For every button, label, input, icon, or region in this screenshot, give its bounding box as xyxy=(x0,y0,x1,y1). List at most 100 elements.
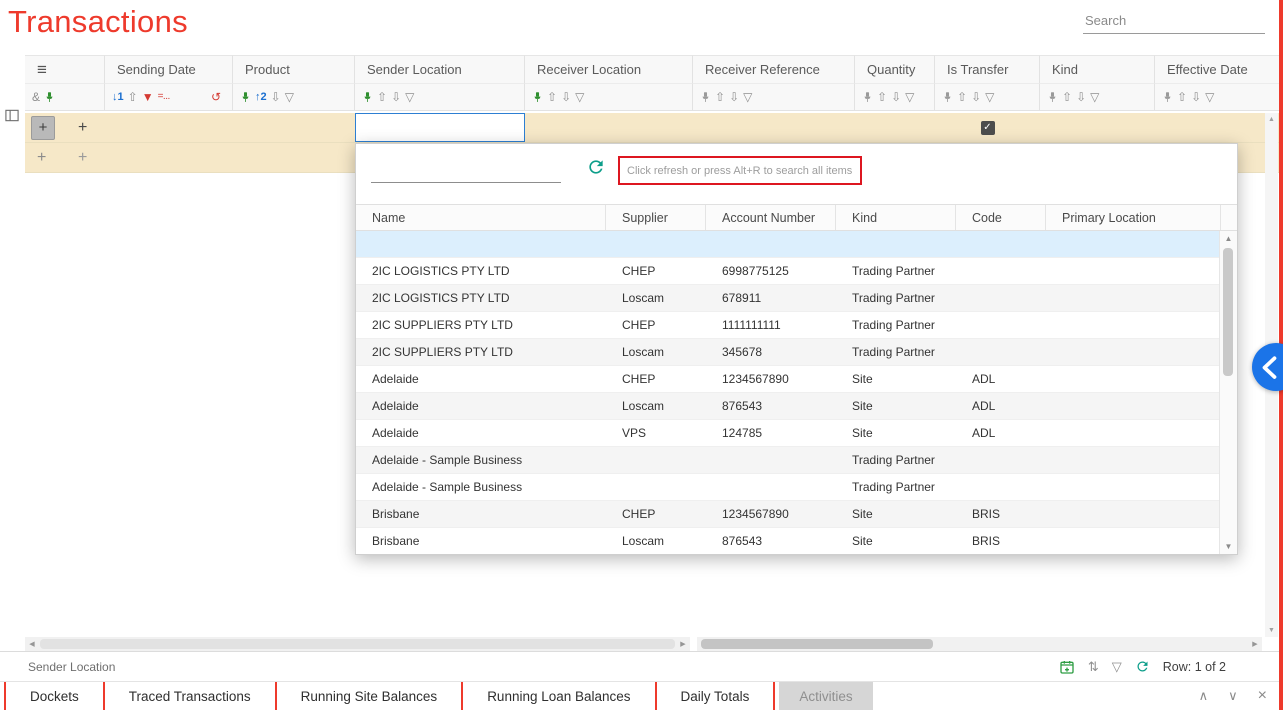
column-header-effective-date[interactable]: Effective Date xyxy=(1155,55,1283,83)
filter-cell-is-transfer[interactable]: ⇧⇩▽ xyxy=(935,83,1040,111)
tab-daily-totals[interactable]: Daily Totals xyxy=(661,682,770,710)
pin-icon[interactable] xyxy=(1047,91,1058,103)
filter-funnel-icon[interactable]: ▽ xyxy=(985,91,994,103)
filter-cell-effective-date[interactable]: ⇧ ⇩ ▽ xyxy=(1155,83,1283,111)
new-row-indicator[interactable]: + xyxy=(37,149,46,167)
column-header-receiver-location[interactable]: Receiver Location xyxy=(525,55,693,83)
lookup-header-account-number[interactable]: Account Number xyxy=(706,205,836,230)
new-record-calendar-icon[interactable] xyxy=(1059,659,1075,675)
filter-cell-sending-date[interactable]: ↓1 ⇧ ▼ =... ↺ xyxy=(105,83,233,111)
filter-funnel-icon[interactable]: ▽ xyxy=(1205,91,1214,103)
pin-icon[interactable] xyxy=(700,91,711,103)
filter-funnel-icon[interactable]: ▽ xyxy=(1090,91,1099,103)
sort-toggle-icon[interactable]: ⇅ xyxy=(1088,660,1099,673)
new-row-indicator[interactable]: + xyxy=(31,116,55,140)
lookup-row[interactable]: AdelaideCHEP1234567890SiteADL xyxy=(356,366,1219,393)
pin-icon[interactable] xyxy=(942,91,953,103)
pin-icon[interactable] xyxy=(532,91,543,103)
column-header-row-indicator[interactable]: ≡ xyxy=(25,55,105,83)
lookup-header-primary-location[interactable]: Primary Location xyxy=(1046,205,1221,230)
lookup-row[interactable]: 2IC SUPPLIERS PTY LTDLoscam345678Trading… xyxy=(356,339,1219,366)
filter-funnel-icon[interactable]: ▽ xyxy=(405,91,414,103)
grid-row[interactable]: + + ✓ xyxy=(25,113,1283,143)
tab-traced-transactions[interactable]: Traced Transactions xyxy=(109,682,271,710)
close-icon[interactable]: × xyxy=(1258,688,1267,704)
filter-funnel-icon[interactable]: ▽ xyxy=(905,91,914,103)
sort-desc-icon[interactable]: ⇩ xyxy=(1076,91,1086,103)
add-row-icon[interactable]: + xyxy=(78,119,87,137)
sort-asc-icon[interactable]: ⇧ xyxy=(377,91,387,103)
lookup-row[interactable]: AdelaideLoscam876543SiteADL xyxy=(356,393,1219,420)
refresh-icon[interactable] xyxy=(1135,659,1150,674)
lookup-filter-input[interactable] xyxy=(371,158,561,183)
pin-icon[interactable] xyxy=(362,91,373,103)
lookup-row[interactable] xyxy=(356,231,1219,258)
filter-cell-sender-location[interactable]: ⇧ ⇩ ▽ xyxy=(355,83,525,111)
lookup-row[interactable]: AdelaideVPS124785SiteADL xyxy=(356,420,1219,447)
sort-order-2-badge[interactable]: ↑2 xyxy=(255,92,267,103)
filter-cell-receiver-location[interactable]: ⇧ ⇩ ▽ xyxy=(525,83,693,111)
scrollbar-thumb[interactable] xyxy=(1223,248,1233,376)
search-input[interactable] xyxy=(1083,8,1265,34)
filter-funnel-icon[interactable]: ▽ xyxy=(743,91,752,103)
filter-cell-product[interactable]: ↑2 ⇩ ▽ xyxy=(233,83,355,111)
filter-expression-text[interactable]: =... xyxy=(158,92,170,102)
sort-asc-icon[interactable]: ⇧ xyxy=(128,91,138,103)
is-transfer-checkbox[interactable]: ✓ xyxy=(981,121,995,135)
column-header-is-transfer[interactable]: Is Transfer xyxy=(935,55,1040,83)
sort-desc-icon[interactable]: ⇩ xyxy=(561,91,571,103)
lookup-row[interactable]: 2IC LOGISTICS PTY LTDCHEP6998775125Tradi… xyxy=(356,258,1219,285)
scroll-left-icon[interactable]: ◀ xyxy=(25,637,39,651)
sort-desc-icon[interactable]: ⇩ xyxy=(391,91,401,103)
add-row-icon[interactable]: + xyxy=(78,149,87,167)
filter-active-icon[interactable]: ▼ xyxy=(142,91,154,103)
collapse-up-icon[interactable]: ∧ xyxy=(1199,689,1209,702)
filter-cell-row-indicator[interactable]: & xyxy=(25,83,105,111)
scroll-down-icon[interactable]: ▼ xyxy=(1265,627,1278,634)
column-header-sending-date[interactable]: Sending Date xyxy=(105,55,233,83)
lookup-row[interactable]: Adelaide - Sample BusinessTrading Partne… xyxy=(356,447,1219,474)
sort-order-1-badge[interactable]: ↓1 xyxy=(112,92,124,103)
clear-filter-icon[interactable]: ↺ xyxy=(211,91,221,103)
scroll-down-icon[interactable]: ▼ xyxy=(1220,542,1237,551)
lookup-header-name[interactable]: Name xyxy=(356,205,606,230)
pin-icon[interactable] xyxy=(862,91,873,103)
sort-asc-icon[interactable]: ⇧ xyxy=(1062,91,1072,103)
grid-horizontal-scrollbar-left[interactable]: ◀ ▶ xyxy=(25,637,690,651)
sort-desc-icon[interactable]: ⇩ xyxy=(891,91,901,103)
filter-cell-kind[interactable]: ⇧ ⇩ ▽ xyxy=(1040,83,1155,111)
tab-dockets[interactable]: Dockets xyxy=(10,682,99,710)
sort-desc-icon[interactable]: ⇩ xyxy=(271,91,281,103)
scrollbar-thumb[interactable] xyxy=(701,639,933,649)
sender-location-editor[interactable] xyxy=(355,113,525,142)
sort-asc-icon[interactable]: ⇧ xyxy=(957,91,967,103)
pin-icon[interactable] xyxy=(1162,91,1173,103)
filter-funnel-icon[interactable]: ▽ xyxy=(575,91,584,103)
tab-running-loan-balances[interactable]: Running Loan Balances xyxy=(467,682,650,710)
pin-icon[interactable] xyxy=(240,91,251,103)
flyout-collapse-button[interactable] xyxy=(1252,343,1283,391)
refresh-icon[interactable] xyxy=(584,156,608,180)
hamburger-menu-icon[interactable]: ≡ xyxy=(37,61,47,78)
filter-funnel-icon[interactable]: ▽ xyxy=(285,91,294,103)
tab-running-site-balances[interactable]: Running Site Balances xyxy=(281,682,458,710)
lookup-row[interactable]: BrisbaneCHEP1234567890SiteBRIS xyxy=(356,501,1219,528)
sort-desc-icon[interactable]: ⇩ xyxy=(729,91,739,103)
filter-funnel-icon[interactable]: ▽ xyxy=(1112,660,1122,673)
scroll-up-icon[interactable]: ▲ xyxy=(1220,234,1237,243)
lookup-header-code[interactable]: Code xyxy=(956,205,1046,230)
lookup-row[interactable]: 2IC LOGISTICS PTY LTDLoscam678911Trading… xyxy=(356,285,1219,312)
scroll-right-icon[interactable]: ▶ xyxy=(1248,637,1262,651)
column-header-sender-location[interactable]: Sender Location xyxy=(355,55,525,83)
lookup-row[interactable]: 2IC SUPPLIERS PTY LTDCHEP1111111111Tradi… xyxy=(356,312,1219,339)
scrollbar-thumb[interactable] xyxy=(40,639,675,649)
sort-desc-icon[interactable]: ⇩ xyxy=(1191,91,1201,103)
sort-asc-icon[interactable]: ⇧ xyxy=(547,91,557,103)
collapse-down-icon[interactable]: ∨ xyxy=(1228,689,1238,702)
sort-asc-icon[interactable]: ⇧ xyxy=(1177,91,1187,103)
filter-cell-receiver-reference[interactable]: ⇧⇩▽ xyxy=(693,83,855,111)
lookup-header-supplier[interactable]: Supplier xyxy=(606,205,706,230)
column-header-product[interactable]: Product xyxy=(233,55,355,83)
lookup-scrollbar[interactable]: ▲ ▼ xyxy=(1219,231,1237,554)
lookup-row[interactable]: BrisbaneLoscam876543SiteBRIS xyxy=(356,528,1219,554)
